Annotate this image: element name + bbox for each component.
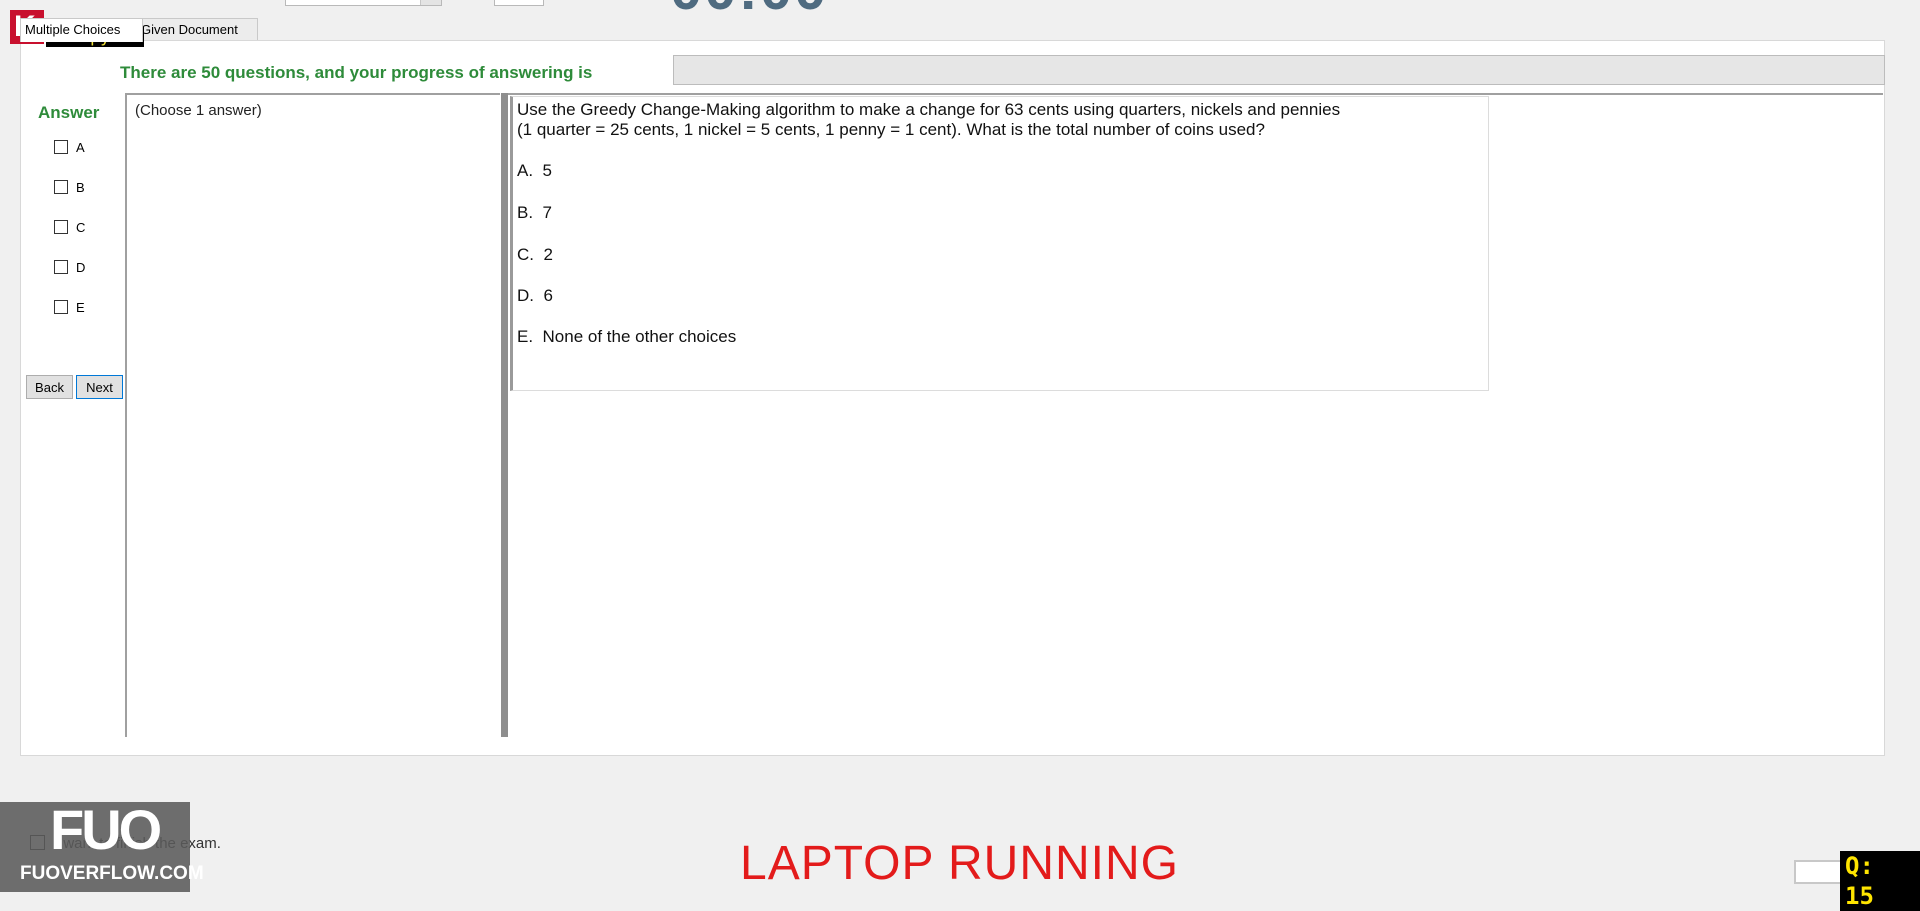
option-label-c: C xyxy=(76,219,86,235)
choice-c: C. 2 xyxy=(517,245,553,265)
choice-e-text: None of the other choices xyxy=(542,327,737,346)
top-combo-dropdown-button[interactable] xyxy=(420,0,441,5)
choice-b-letter: B. xyxy=(517,203,534,222)
answer-option-a[interactable]: A xyxy=(54,138,85,156)
answer-option-d[interactable]: D xyxy=(54,258,85,276)
answer-progress-bar xyxy=(673,55,1885,85)
choice-b: B. 7 xyxy=(517,203,552,223)
choice-c-letter: C. xyxy=(517,245,534,264)
answer-instruction-box: (Choose 1 answer) xyxy=(125,93,500,737)
tab-given-document[interactable]: Given Document xyxy=(136,18,258,41)
fuoverflow-watermark: FUO FUOVERFLOW.COM xyxy=(0,798,204,892)
option-label-d: D xyxy=(76,259,86,275)
exam-timer: 00:00 xyxy=(670,0,828,23)
checkbox-b[interactable] xyxy=(54,180,68,194)
option-label-b: B xyxy=(76,179,85,195)
fuo-site-text: FUOVERFLOW.COM xyxy=(20,863,204,884)
choice-b-text: 7 xyxy=(542,203,552,222)
choice-e: E. None of the other choices xyxy=(517,327,736,347)
choice-d-letter: D. xyxy=(517,286,534,305)
choice-c-text: 2 xyxy=(543,245,553,264)
checkbox-a[interactable] xyxy=(54,140,68,154)
status-laptop-running: LAPTOP RUNNING xyxy=(740,837,1179,890)
progress-label: There are 50 questions, and your progres… xyxy=(120,63,593,82)
top-spin-box[interactable] xyxy=(494,0,544,6)
back-button[interactable]: Back xyxy=(26,375,73,399)
answer-title: Answer xyxy=(38,103,100,122)
choice-d: D. 6 xyxy=(517,286,553,306)
question-line-2: (1 quarter = 25 cents, 1 nickel = 5 cent… xyxy=(517,120,1265,139)
choice-a: A. 5 xyxy=(517,161,552,181)
choice-e-letter: E. xyxy=(517,327,534,346)
choice-d-text: 6 xyxy=(543,286,553,305)
checkbox-c[interactable] xyxy=(54,220,68,234)
question-text-box: Use the Greedy Change-Making algorithm t… xyxy=(510,96,1489,391)
panel-splitter[interactable] xyxy=(501,93,508,737)
question-line-1: Use the Greedy Change-Making algorithm t… xyxy=(517,100,1341,119)
answer-option-c[interactable]: C xyxy=(54,218,85,236)
checkbox-d[interactable] xyxy=(54,260,68,274)
choice-a-text: 5 xyxy=(542,161,552,180)
answer-option-e[interactable]: E xyxy=(54,298,85,316)
question-counter-badge: Q: 15 xyxy=(1840,851,1920,911)
choose-instruction: (Choose 1 answer) xyxy=(135,102,262,119)
top-combo-box[interactable] xyxy=(285,0,442,6)
tab-multiple-choices[interactable]: Multiple Choices xyxy=(20,18,143,42)
next-button[interactable]: Next xyxy=(76,375,123,399)
option-label-e: E xyxy=(76,299,85,315)
checkbox-e[interactable] xyxy=(54,300,68,314)
option-label-a: A xyxy=(76,139,85,155)
answer-option-b[interactable]: B xyxy=(54,178,85,196)
fuo-logo-text: FUO xyxy=(50,798,162,861)
choice-a-letter: A. xyxy=(517,161,534,180)
